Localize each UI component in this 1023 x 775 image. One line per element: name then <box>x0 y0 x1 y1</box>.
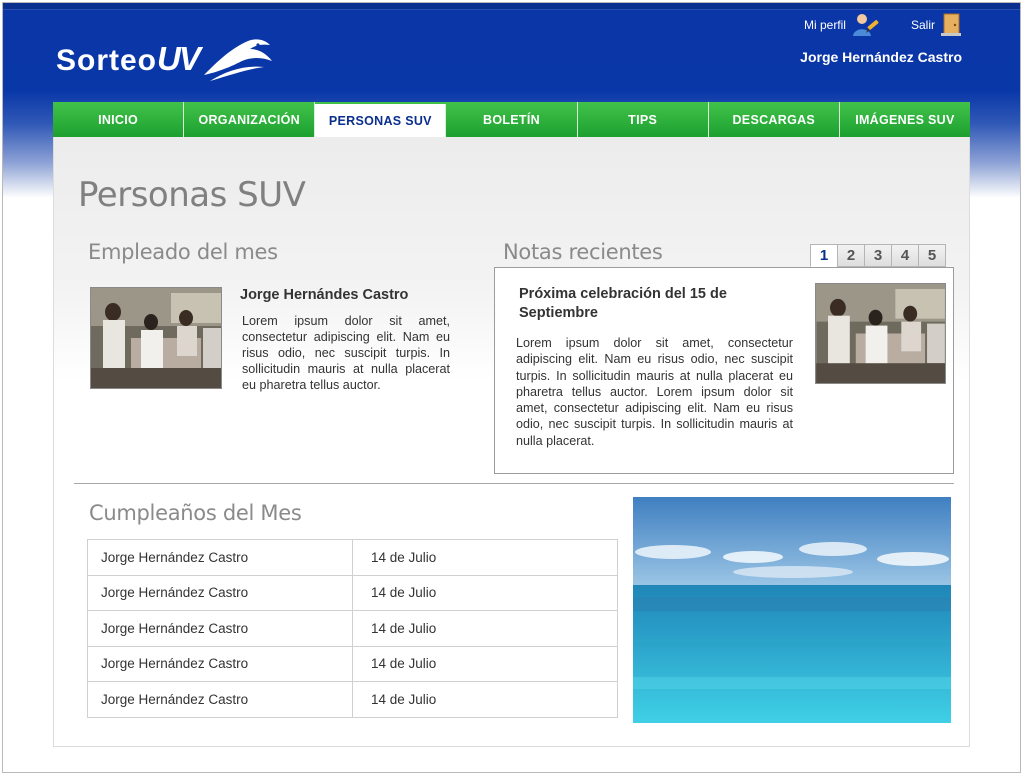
user-edit-icon <box>852 14 879 36</box>
nav-item-boletin[interactable]: BOLETÍN <box>446 102 578 137</box>
birthday-name: Jorge Hernández Castro <box>87 681 353 718</box>
logo-text-main: Sorteo <box>56 44 158 77</box>
pager-page-4[interactable]: 4 <box>891 244 919 267</box>
employee-name: Jorge Hernándes Castro <box>240 287 409 303</box>
employee-photo <box>90 287 222 389</box>
nav-item-personas-suv[interactable]: PERSONAS SUV <box>315 104 447 137</box>
birthday-date: 14 de Julio <box>352 574 618 611</box>
birthday-date: 14 de Julio <box>352 681 618 718</box>
top-strip <box>3 3 1020 10</box>
table-row: Jorge Hernández Castro 14 de Julio <box>87 574 618 611</box>
my-profile-label: Mi perfil <box>803 18 846 32</box>
my-profile-link[interactable]: Mi perfil <box>804 13 881 37</box>
note-photo <box>815 283 946 384</box>
content-panel: Personas SUV Empleado del mes Jorge Hern… <box>53 137 970 747</box>
user-links: Mi perfil Salir <box>804 13 962 37</box>
employee-photo-image <box>91 288 221 388</box>
table-row: Jorge Hernández Castro 14 de Julio <box>87 539 618 576</box>
birthdays-section-title: Cumpleaños del Mes <box>89 501 302 525</box>
table-row: Jorge Hernández Castro 14 de Julio <box>87 681 618 718</box>
table-row: Jorge Hernández Castro 14 de Julio <box>87 610 618 647</box>
page-title: Personas SUV <box>78 175 306 215</box>
note-text: Lorem ipsum dolor sit amet, consectetur … <box>516 336 793 448</box>
employee-description: Lorem ipsum dolor sit amet, consectetur … <box>242 314 450 392</box>
logo-text: SorteoUV <box>56 40 201 78</box>
employee-section-title: Empleado del mes <box>88 240 278 264</box>
birthdays-table: Jorge Hernández Castro 14 de Julio Jorge… <box>87 539 618 718</box>
birthday-date: 14 de Julio <box>352 539 618 576</box>
main-nav: INICIO ORGANIZACIÓN PERSONAS SUV BOLETÍN… <box>53 102 970 137</box>
notes-section-title: Notas recientes <box>503 240 663 264</box>
nav-item-organizacion[interactable]: ORGANIZACIÓN <box>184 102 316 137</box>
sea-photo-image <box>633 497 951 723</box>
nav-item-inicio[interactable]: INICIO <box>53 102 185 137</box>
logged-user-name: Jorge Hernández Castro <box>800 49 962 65</box>
logout-link[interactable]: Salir <box>911 13 962 37</box>
nav-item-descargas[interactable]: DESCARGAS <box>709 102 840 137</box>
pager-page-2[interactable]: 2 <box>837 244 865 267</box>
notes-box: Próxima celebración del 15 de Septiembre… <box>494 267 954 474</box>
note-photo-image <box>816 284 945 383</box>
logo-text-accent: UV <box>157 40 201 77</box>
pager-page-1[interactable]: 1 <box>810 244 838 267</box>
table-row: Jorge Hernández Castro 14 de Julio <box>87 645 618 682</box>
birthday-name: Jorge Hernández Castro <box>87 610 353 647</box>
logout-label: Salir <box>910 18 935 32</box>
nav-item-tips[interactable]: TIPS <box>578 102 709 137</box>
birthday-date: 14 de Julio <box>352 645 618 682</box>
nav-item-imagenes-suv[interactable]: IMÁGENES SUV <box>840 102 970 137</box>
page-frame: SorteoUV Mi perfil Salir Jorge Hernández… <box>2 2 1021 773</box>
pager-page-5[interactable]: 5 <box>918 244 946 267</box>
notes-pager: 1 2 3 4 5 <box>810 244 946 267</box>
note-title[interactable]: Próxima celebración del 15 de Septiembre <box>519 285 779 323</box>
exit-door-icon <box>941 13 961 36</box>
sea-photo <box>633 497 951 723</box>
birthday-name: Jorge Hernández Castro <box>87 539 353 576</box>
section-divider <box>74 483 954 484</box>
eagle-logo-icon <box>204 39 272 81</box>
pager-page-3[interactable]: 3 <box>864 244 892 267</box>
birthday-name: Jorge Hernández Castro <box>87 645 353 682</box>
birthday-name: Jorge Hernández Castro <box>87 574 353 611</box>
birthday-date: 14 de Julio <box>352 610 618 647</box>
site-logo[interactable]: SorteoUV <box>56 31 296 87</box>
